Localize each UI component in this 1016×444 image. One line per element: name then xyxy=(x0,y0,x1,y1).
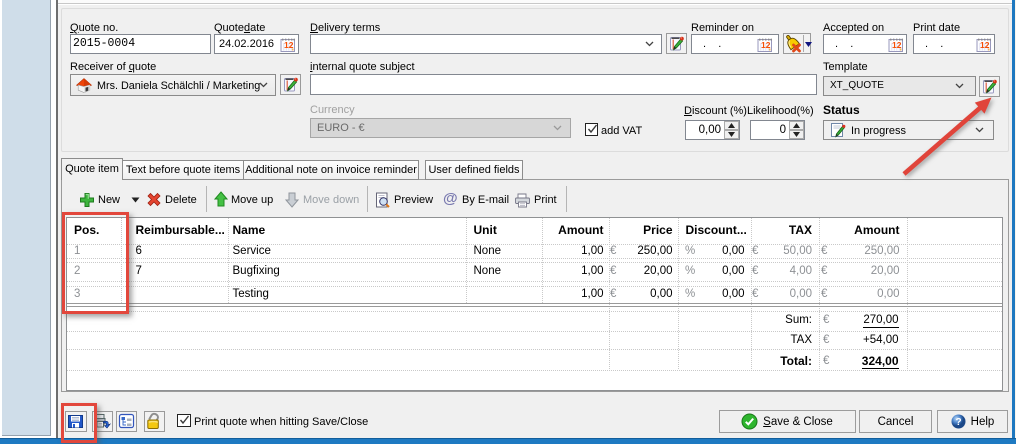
svg-text:?: ? xyxy=(955,417,961,428)
svg-text:12: 12 xyxy=(892,40,902,50)
svg-text:12: 12 xyxy=(980,40,990,50)
svg-text:12: 12 xyxy=(761,40,771,50)
svg-text:12: 12 xyxy=(284,40,294,50)
